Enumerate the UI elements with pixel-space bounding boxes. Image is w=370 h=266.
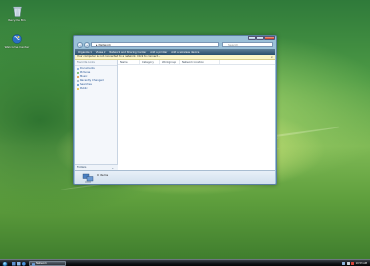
column-header-category[interactable]: Category <box>140 60 160 64</box>
start-button[interactable] <box>2 260 8 266</box>
column-header-network-location[interactable]: Network location <box>180 60 220 64</box>
taskbar-button-network[interactable]: Network <box>29 261 66 266</box>
explorer-window[interactable]: ‹ › ▸ Network Search Organize ▾ Views ▾ … <box>73 35 277 185</box>
file-list-pane[interactable]: Name Category Workgroup Network location <box>118 60 275 170</box>
security-icon[interactable] <box>351 262 355 265</box>
volume-icon[interactable] <box>346 262 350 265</box>
column-header-name[interactable]: Name <box>118 60 140 64</box>
taskbar-button-label: Network <box>36 262 47 265</box>
forward-button[interactable]: › <box>84 41 90 48</box>
column-header-workgroup[interactable]: Workgroup <box>160 60 180 64</box>
network-icon <box>82 173 94 184</box>
toolbar-views[interactable]: Views ▾ <box>95 50 107 55</box>
infobar-text: Your computer is not connected to a netw… <box>77 55 161 58</box>
details-pane: 0 items <box>75 170 275 184</box>
toolbar-network-sharing-center[interactable]: Network and Sharing Center <box>108 50 147 55</box>
desktop-icon-recycle-bin[interactable]: Recycle Bin <box>2 6 32 23</box>
nav-link-public[interactable]: Public <box>75 87 117 91</box>
public-icon <box>76 87 79 91</box>
search-input[interactable]: Search <box>222 42 273 47</box>
pictures-icon <box>76 71 79 75</box>
system-tray: 10:53 AM <box>312 261 369 266</box>
welcome-center-icon <box>2 34 32 45</box>
forward-arrow-icon: › <box>86 42 88 48</box>
back-arrow-icon: ‹ <box>79 42 81 48</box>
desktop-icon-label: Welcome Center <box>4 45 30 50</box>
folders-label: Folders <box>77 166 87 169</box>
column-headers: Name Category Workgroup Network location <box>118 60 275 65</box>
toolbar-organize[interactable]: Organize ▾ <box>77 50 93 55</box>
toolbar-add-wireless-device[interactable]: Add a wireless device <box>170 50 200 55</box>
searches-icon <box>76 83 79 87</box>
maximize-button[interactable] <box>256 36 264 40</box>
infobar-close-icon[interactable]: × <box>270 55 273 60</box>
minimize-button[interactable] <box>248 36 256 40</box>
taskbar: Network 10:53 AM <box>0 259 370 266</box>
switch-windows-icon[interactable] <box>17 261 21 266</box>
item-count: 0 items <box>97 173 109 177</box>
close-button[interactable] <box>264 36 275 40</box>
quick-launch <box>12 261 26 266</box>
search-placeholder: Search <box>228 43 239 47</box>
recycle-bin-icon <box>2 6 32 18</box>
clock[interactable]: 10:53 AM <box>356 262 367 265</box>
address-bar: ‹ › ▸ Network Search <box>76 41 274 48</box>
network-tray-icon[interactable] <box>341 262 345 265</box>
navigation-pane: Favorite Links Documents Pictures Music … <box>75 60 118 170</box>
desktop-icon-welcome-center[interactable]: Welcome Center <box>2 34 32 50</box>
music-icon <box>76 75 79 79</box>
back-button[interactable]: ‹ <box>77 41 83 48</box>
documents-icon <box>76 67 79 71</box>
internet-explorer-icon[interactable] <box>22 261 26 266</box>
show-desktop-icon[interactable] <box>12 261 16 266</box>
address-text: Network <box>98 43 112 47</box>
desktop-icon-label: Recycle Bin <box>8 18 26 23</box>
toolbar-add-printer[interactable]: Add a printer <box>149 50 168 55</box>
address-field[interactable]: ▸ Network <box>91 42 219 47</box>
recently-changed-icon <box>76 79 79 83</box>
